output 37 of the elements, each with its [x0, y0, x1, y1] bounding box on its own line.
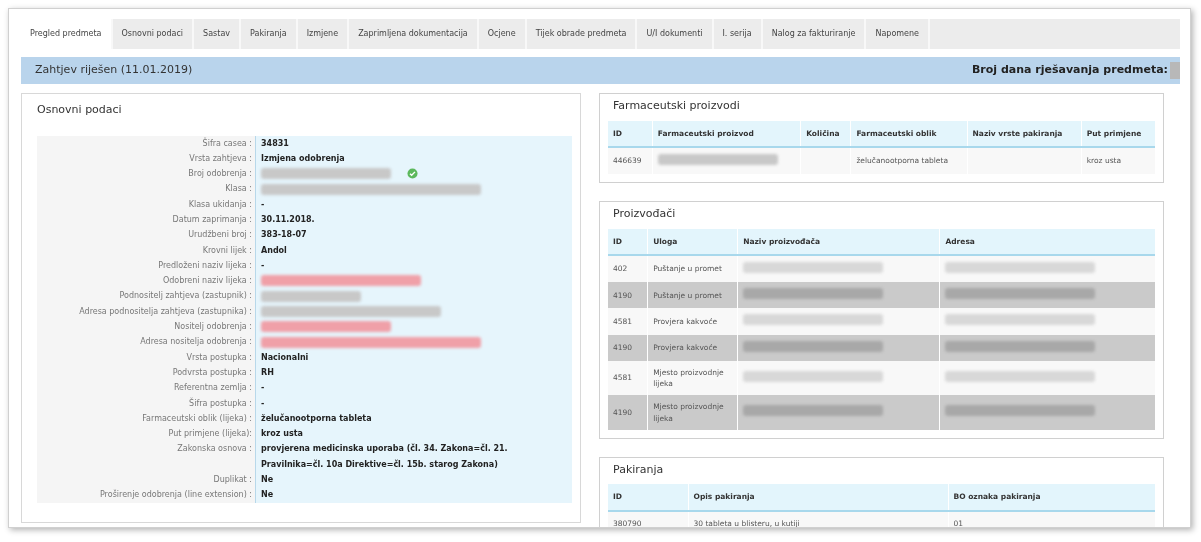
field-label: Put primjene (lijeka):	[37, 426, 255, 442]
field-label: Referentna zemlja :	[37, 380, 255, 396]
card-title: Proizvođači	[613, 206, 677, 222]
field-value: Nacionalni	[261, 351, 309, 364]
field-label: Nositelj odobrenja :	[37, 319, 255, 335]
field-value: 383-18-07	[261, 229, 307, 242]
field-value: -	[261, 397, 265, 410]
tab[interactable]: Pregled predmeta	[21, 19, 113, 49]
field-value: 30.11.2018.	[261, 214, 315, 226]
status-title: Zahtjev riješen (11.01.2019)	[35, 62, 193, 79]
field-value: želučanootporna tableta	[261, 412, 372, 425]
field-value: -	[261, 198, 265, 211]
field-label: Duplikat :	[37, 472, 255, 488]
field-value: Ne	[261, 474, 274, 487]
card-title: Osnovni podaci	[37, 102, 123, 118]
scroll-thumb	[1170, 62, 1180, 79]
field-value: Ne	[261, 489, 274, 502]
field-value: -	[261, 259, 265, 272]
days-label: Broj dana rješavanja predmeta:	[971, 62, 1168, 79]
card-title: Farmaceutski proizvodi	[613, 98, 741, 114]
field-value: provjerena medicinska uporaba (čl. 34. Zakona=čl. 21. Pravilnika=čl. 10a Direktive=čl. 15b. starog Zakona)	[261, 442, 509, 471]
field-label: Odobreni naziv lijeka :	[37, 273, 255, 289]
field-value: 34831	[261, 137, 289, 150]
field-label: Broj odobrenja :	[37, 166, 255, 182]
field-label: Klasa :	[37, 181, 255, 197]
field-label: Proširenje odobrenja (line extension) :	[37, 487, 255, 503]
field-label: Urudžbeni broj :	[37, 227, 255, 243]
field-label: Zakonska osnova :	[37, 441, 255, 473]
field-value: Andol	[261, 244, 287, 257]
field-label: Podnositelj zahtjeva (zastupnik) :	[37, 288, 255, 304]
field-value: -	[261, 382, 265, 395]
field-value: Izmjena odobrenja	[261, 152, 345, 165]
field-label: Šifra casea :	[37, 135, 255, 151]
field-value: RH	[261, 366, 274, 379]
field-value: kroz usta	[261, 428, 303, 441]
field-label: Adresa nositelja odobrenja :	[37, 334, 255, 350]
card-title: Pakiranja	[613, 461, 665, 478]
